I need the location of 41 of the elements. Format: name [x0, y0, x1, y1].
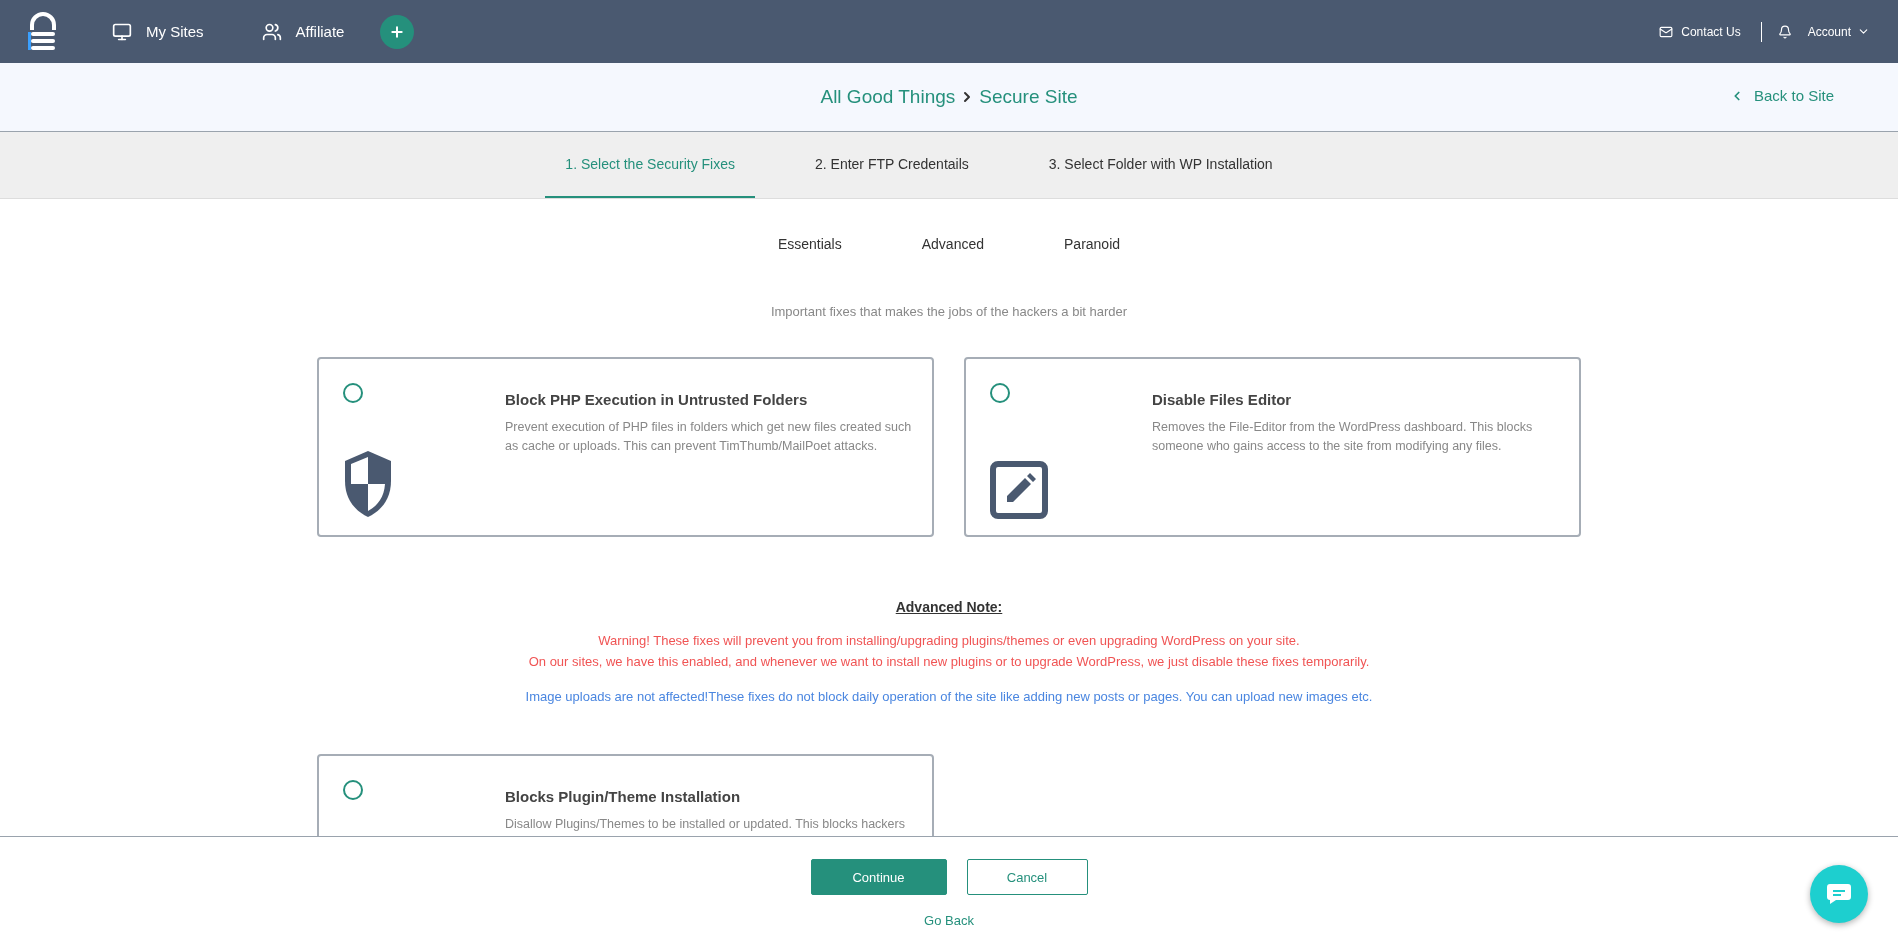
add-button[interactable]: [380, 14, 415, 49]
page-title: Secure Site: [979, 86, 1078, 108]
info-text: Image uploads are not affected!These fixes do not block daily operation of the site like adding new posts or pages. You can upload new images etc.: [525, 689, 1373, 704]
site-link[interactable]: All Good Things: [820, 86, 956, 108]
radio-button[interactable]: [343, 780, 363, 800]
chat-icon: [1826, 883, 1852, 905]
cancel-button[interactable]: Cancel: [966, 859, 1088, 895]
radio-button[interactable]: [343, 383, 363, 403]
note-heading: Advanced Note:: [895, 599, 1003, 615]
fix-card[interactable]: Disable Files Editor Removes the File-Editor from the WordPress dashboard. This blocks someone who gains access to the site from modifying any files.: [964, 357, 1581, 537]
logo-icon[interactable]: [28, 11, 58, 52]
go-back-link[interactable]: Go Back: [924, 913, 974, 928]
fix-description: Removes the File-Editor from the WordPress dashboard. This blocks someone who gains access to the site from modifying any files.: [1152, 419, 1534, 455]
fix-title: Disable Files Editor: [1152, 391, 1293, 408]
level-tab[interactable]: Advanced: [921, 236, 984, 252]
shield-icon: [343, 449, 393, 519]
bell-icon[interactable]: [1777, 24, 1792, 39]
nav-link[interactable]: My Sites: [112, 21, 204, 42]
level-subtitle: Important fixes that makes the jobs of the hackers a bit harder: [770, 304, 1128, 319]
account-menu[interactable]: Account: [1807, 24, 1870, 39]
fix-title: Block PHP Execution in Untrusted Folders: [505, 391, 809, 408]
fix-card[interactable]: Blocks Plugin/Theme Installation Disallow Plugins/Themes to be installed or updated. This blocks hackers: [317, 754, 934, 836]
users-icon: [261, 21, 282, 42]
level-tab[interactable]: Essentials: [777, 236, 842, 252]
nav-link[interactable]: Affiliate: [261, 21, 345, 42]
step-tab[interactable]: 2. Enter FTP Credentails: [795, 132, 989, 198]
continue-button[interactable]: Continue: [810, 859, 947, 895]
mail-icon: [1659, 24, 1674, 39]
fix-description: Prevent execution of PHP files in folders which get new files created such as cache or uploads. This can prevent TimThumb/MailPoet attacks.: [505, 419, 912, 455]
contact-link[interactable]: Contact Us: [1659, 24, 1741, 39]
warning-text: Warning! These fixes will prevent you from installing/upgrading plugins/themes or even upgrading WordPress on your site.: [598, 633, 1300, 648]
step-tab[interactable]: 3. Select Folder with WP Installation: [1028, 132, 1293, 198]
back-link[interactable]: Back to Site: [1729, 87, 1834, 104]
fix-title: Blocks Plugin/Theme Installation: [505, 788, 742, 805]
radio-button[interactable]: [990, 383, 1010, 403]
level-tab[interactable]: Paranoid: [1064, 236, 1121, 252]
fix-card[interactable]: Block PHP Execution in Untrusted Folders Prevent execution of PHP files in folders which get new files created such as cache or uploads. This can prevent TimThumb/MailPoet attacks.: [317, 357, 934, 537]
warning-text: On our sites, we have this enabled, and whenever we want to install new plugins or to upgrade WordPress, we just disable these fixes temporarily.: [528, 654, 1370, 669]
monitor-icon: [112, 21, 132, 42]
edit-icon: [990, 461, 1048, 519]
fix-description: Disallow Plugins/Themes to be installed or updated. This blocks hackers: [505, 816, 906, 833]
